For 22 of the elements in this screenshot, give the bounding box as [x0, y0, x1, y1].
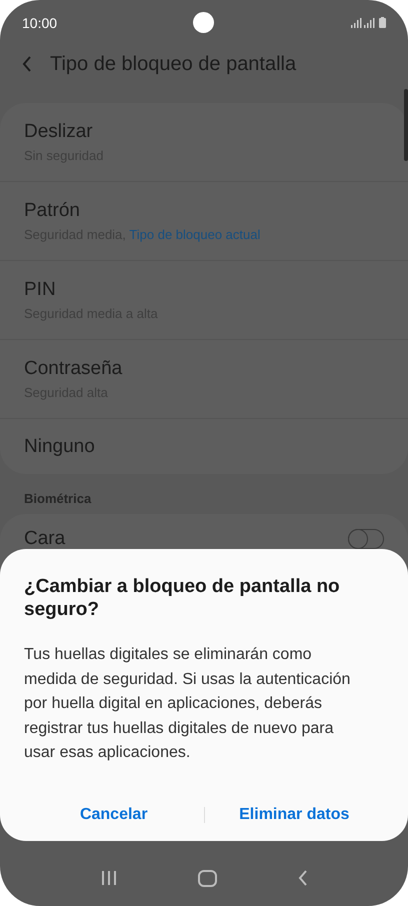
- dialog-message: Tus huellas digitales se eliminarán como medida de seguridad. Si usas la autenticación por huella digital en aplicaciones, deberás registrar tus huellas digitales de nuevo para usar esas aplicaciones.: [24, 645, 352, 763]
- scrollbar: [404, 89, 408, 161]
- biometric-title: Cara: [24, 528, 66, 550]
- battery-icon: [379, 17, 386, 28]
- camera-hole: [193, 12, 214, 33]
- lock-type-item[interactable]: Ninguno: [0, 419, 408, 474]
- screen-title: Tipo de bloqueo de pantalla: [50, 52, 296, 76]
- lock-type-title: Deslizar: [24, 121, 94, 143]
- dialog-button[interactable]: Cancelar: [24, 800, 204, 830]
- lock-type-title: Ninguno: [24, 436, 96, 458]
- dialog-title: ¿Cambiar a bloqueo de pantalla no seguro?: [24, 575, 341, 621]
- home-icon[interactable]: [198, 870, 218, 886]
- lock-type-title: Patrón: [24, 200, 81, 222]
- back-icon[interactable]: [298, 870, 308, 886]
- current-lock-label: Tipo de bloqueo actual: [129, 227, 260, 242]
- lock-type-title: Contraseña: [24, 358, 124, 380]
- lock-type-title: PIN: [24, 279, 57, 301]
- dialog-button[interactable]: Eliminar datos: [204, 800, 384, 830]
- back-icon[interactable]: [22, 56, 32, 72]
- recent-apps-icon[interactable]: [100, 870, 118, 886]
- signal-icon: [351, 18, 375, 28]
- status-time: 10:00: [22, 14, 58, 30]
